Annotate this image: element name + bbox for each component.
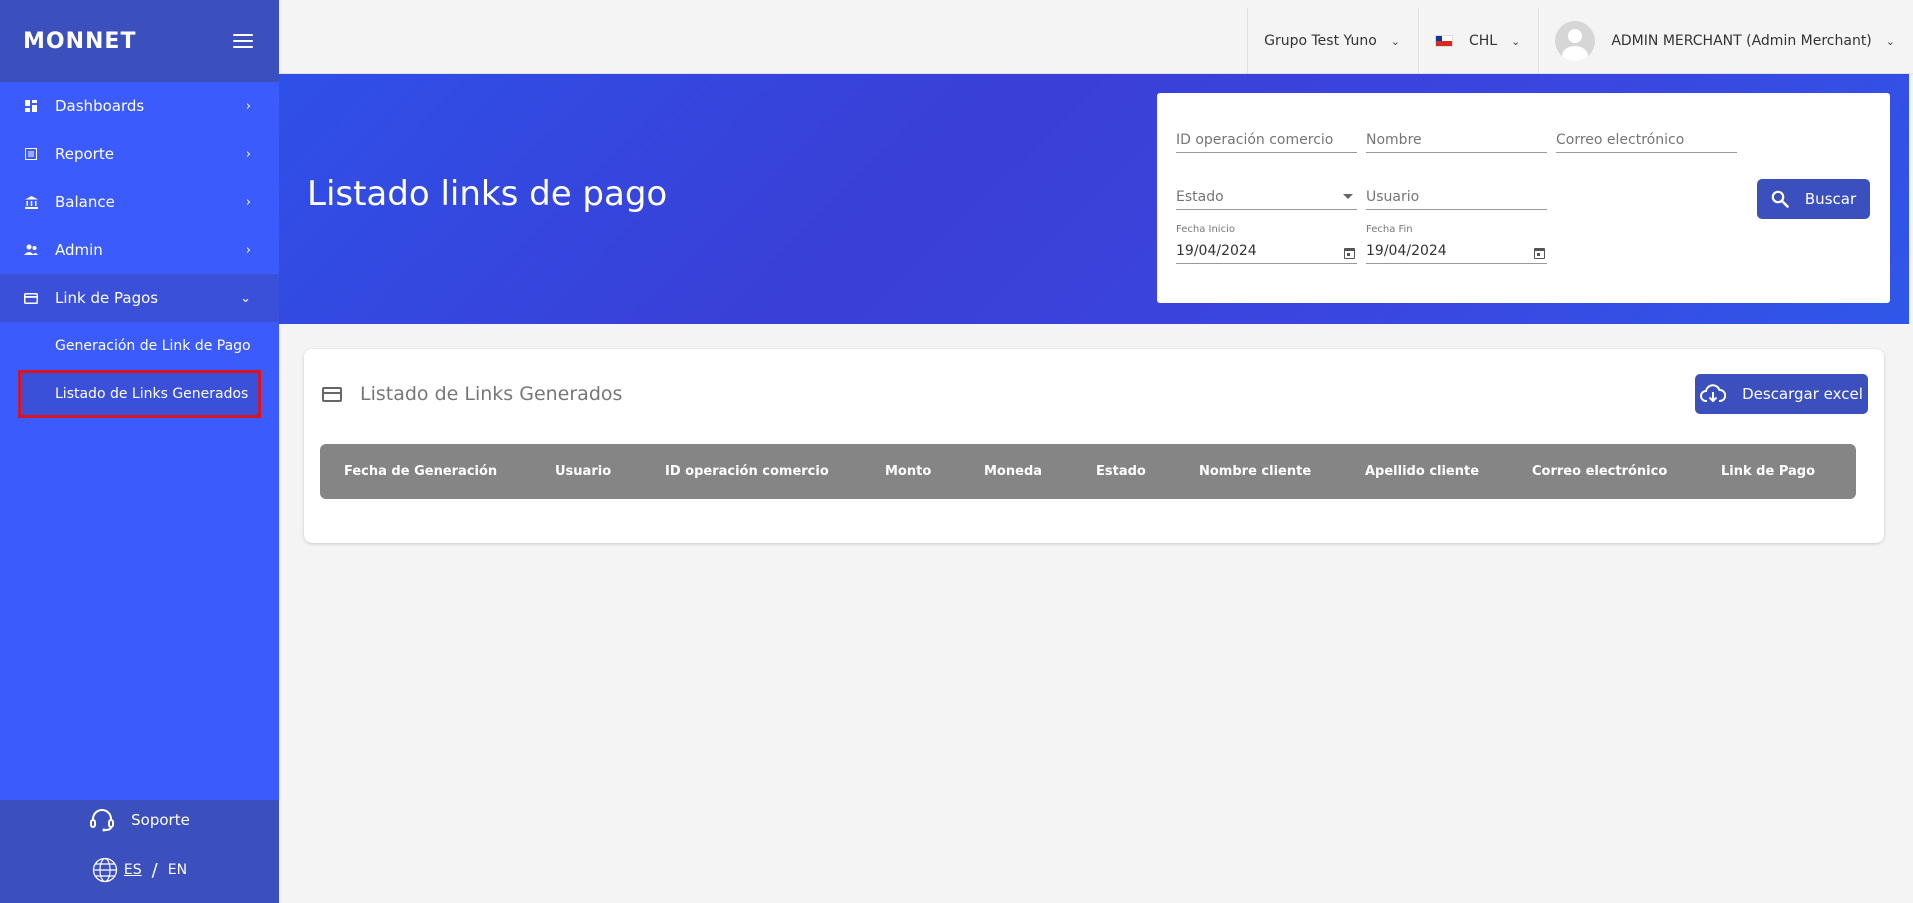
filter-panel: ID operación comercio Nombre Correo elec… [1157, 93, 1890, 303]
column-header[interactable]: Usuario [555, 464, 611, 479]
calendar-icon[interactable] [1344, 248, 1355, 259]
card-icon [322, 386, 342, 402]
column-header[interactable]: Monto [885, 464, 931, 479]
sidebar-item-label: Reporte [55, 145, 114, 163]
correo-field[interactable]: Correo electrónico [1556, 123, 1737, 153]
sidebar-subitem-label: Listado de Links Generados [55, 386, 249, 402]
sidebar-item-balance[interactable]: Balance › [0, 178, 279, 226]
sidebar-header: MONNET [0, 0, 279, 82]
sidebar-item-reporte[interactable]: Reporte › [0, 130, 279, 178]
lang-separator: / [151, 859, 158, 881]
card-icon [24, 291, 38, 305]
lang-en-link[interactable]: EN [168, 862, 187, 878]
group-selector[interactable]: Grupo Test Yuno ⌄ [1247, 8, 1418, 74]
table-header: Fecha de Generación Usuario ID operación… [320, 444, 1856, 499]
sidebar-item-label: Dashboards [55, 97, 145, 115]
id-operacion-field[interactable]: ID operación comercio [1176, 123, 1357, 153]
download-excel-label: Descargar excel [1742, 385, 1863, 403]
sidebar-item-link-de-pagos[interactable]: Link de Pagos ⌄ [0, 274, 279, 322]
column-header[interactable]: Moneda [984, 464, 1042, 479]
sidebar-item-admin[interactable]: Admin › [0, 226, 279, 274]
chevron-down-icon: ⌄ [1885, 34, 1895, 48]
fecha-fin-value: 19/04/2024 [1366, 243, 1447, 259]
correo-placeholder: Correo electrónico [1556, 132, 1685, 148]
download-excel-button[interactable]: Descargar excel [1695, 374, 1868, 414]
currency-label: CHL [1469, 33, 1498, 49]
estado-select[interactable]: Estado [1176, 180, 1357, 210]
lang-es-link[interactable]: ES [124, 862, 142, 878]
estado-placeholder: Estado [1176, 189, 1224, 205]
language-switcher: ES / EN [0, 850, 279, 890]
chevron-down-icon: ⌄ [240, 290, 251, 306]
calendar-icon[interactable] [1534, 248, 1545, 259]
column-header[interactable]: Apellido cliente [1365, 464, 1479, 479]
users-icon [24, 243, 38, 257]
column-header[interactable]: ID operación comercio [665, 464, 829, 479]
sidebar-item-label: Admin [55, 241, 103, 259]
fecha-inicio-label: Fecha Inicio [1176, 224, 1235, 235]
fecha-fin-label: Fecha Fin [1366, 224, 1413, 235]
submenu-link-de-pagos: Generación de Link de Pago Listado de Li… [0, 322, 279, 418]
headset-icon [90, 809, 115, 832]
nombre-field[interactable]: Nombre [1366, 123, 1547, 153]
sidebar-menu: Dashboards › Reporte › Balance › Admin › [0, 82, 279, 418]
report-icon [24, 147, 38, 161]
support-label: Soporte [131, 811, 190, 829]
chevron-right-icon: › [245, 242, 251, 258]
dropdown-caret-icon [1343, 194, 1353, 199]
sidebar-item-label: Link de Pagos [55, 289, 159, 307]
chevron-right-icon: › [245, 98, 251, 114]
cloud-download-icon [1700, 384, 1727, 403]
support-link[interactable]: Soporte [0, 802, 279, 838]
search-icon [1771, 190, 1789, 208]
logo: MONNET [23, 28, 137, 54]
column-header[interactable]: Link de Pago [1721, 464, 1815, 479]
bank-icon [24, 195, 38, 209]
sidebar-item-label: Balance [55, 193, 115, 211]
topbar: Grupo Test Yuno ⌄ CHL ⌄ ADMIN MERCHANT (… [279, 8, 1913, 74]
column-header[interactable]: Estado [1096, 464, 1146, 479]
globe-icon [92, 857, 118, 883]
column-header[interactable]: Fecha de Generación [344, 464, 497, 479]
group-label: Grupo Test Yuno [1264, 33, 1377, 49]
user-menu[interactable]: ADMIN MERCHANT (Admin Merchant) ⌄ [1538, 8, 1913, 74]
menu-toggle-icon[interactable] [233, 34, 253, 48]
column-header[interactable]: Nombre cliente [1199, 464, 1311, 479]
fecha-inicio-field[interactable]: Fecha Inicio 19/04/2024 [1176, 224, 1357, 264]
table-title: Listado de Links Generados [360, 383, 623, 405]
search-button[interactable]: Buscar [1757, 179, 1870, 219]
sidebar: MONNET Dashboards › Reporte › Balance › [0, 0, 279, 903]
dashboard-icon [24, 99, 38, 113]
sidebar-footer: Soporte ES / EN [0, 800, 279, 903]
avatar [1555, 21, 1596, 61]
fecha-fin-field[interactable]: Fecha Fin 19/04/2024 [1366, 224, 1547, 264]
sidebar-subitem-generacion-link[interactable]: Generación de Link de Pago [0, 322, 279, 370]
links-table-card: Listado de Links Generados Descargar exc… [304, 349, 1884, 543]
sidebar-item-dashboards[interactable]: Dashboards › [0, 82, 279, 130]
usuario-field[interactable]: Usuario [1366, 180, 1547, 210]
nombre-placeholder: Nombre [1366, 132, 1422, 148]
fecha-inicio-value: 19/04/2024 [1176, 243, 1257, 259]
sidebar-subitem-listado-links[interactable]: Listado de Links Generados [18, 370, 261, 418]
chevron-right-icon: › [245, 194, 251, 210]
chevron-right-icon: › [245, 146, 251, 162]
chevron-down-icon: ⌄ [1390, 34, 1400, 48]
search-button-label: Buscar [1804, 190, 1857, 208]
sidebar-subitem-label: Generación de Link de Pago [55, 338, 251, 354]
chile-flag-icon [1435, 35, 1453, 47]
chevron-down-icon: ⌄ [1511, 34, 1521, 48]
currency-selector[interactable]: CHL ⌄ [1418, 8, 1538, 74]
page-title: Listado links de pago [307, 174, 668, 214]
user-name: ADMIN MERCHANT (Admin Merchant) [1611, 33, 1872, 49]
table-card-title: Listado de Links Generados [322, 383, 622, 405]
id-operacion-placeholder: ID operación comercio [1176, 132, 1334, 148]
usuario-placeholder: Usuario [1366, 189, 1420, 205]
column-header[interactable]: Correo electrónico [1532, 464, 1667, 479]
